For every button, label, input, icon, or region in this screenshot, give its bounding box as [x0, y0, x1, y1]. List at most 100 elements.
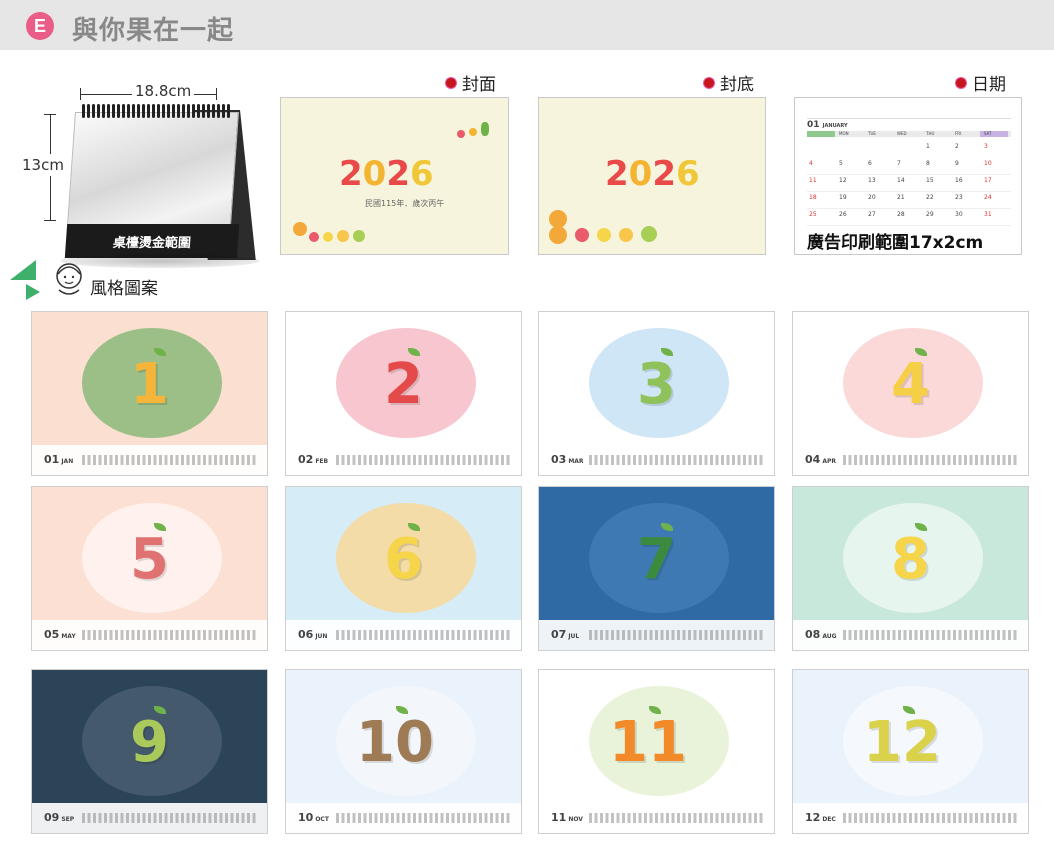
month-thumbnail-mar: 3 03 MAR	[538, 311, 775, 476]
back-year: 2 0 2 6	[605, 154, 700, 194]
grid-line	[807, 225, 1011, 226]
date-cell: 12	[839, 177, 847, 184]
date-cell: 21	[897, 194, 905, 201]
month-abbr: DEC	[822, 816, 836, 823]
date-cell: 2	[955, 143, 959, 150]
month-abbr: SEP	[61, 816, 75, 823]
month-code: 05	[44, 628, 60, 641]
date-cell: 9	[955, 160, 959, 167]
style-section-label: 風格圖案	[8, 250, 168, 300]
grid-line	[807, 191, 1011, 192]
month-thumbnail-jul: 7 07 JUL	[538, 486, 775, 651]
month-label: 05 MAY	[44, 628, 76, 641]
month-date-strip: 04 APR	[793, 445, 1028, 475]
date-cell: 15	[926, 177, 934, 184]
grid-line	[807, 174, 1011, 175]
section-header: E 與你果在一起	[0, 0, 1054, 50]
month-number-art: 8	[891, 527, 930, 592]
month-abbr: JAN	[61, 458, 74, 465]
day-numbers-strip	[843, 455, 1019, 465]
date-cell: 18	[809, 194, 817, 201]
month-date-strip: 06 JUN	[286, 620, 521, 650]
month-label: 02 FEB	[298, 453, 328, 466]
month-code: 06	[298, 628, 314, 641]
month-date-strip: 11 NOV	[539, 803, 774, 833]
month-code: 07	[551, 628, 567, 641]
day-numbers-strip	[336, 455, 512, 465]
month-code: 04	[805, 453, 821, 466]
month-code: 08	[805, 628, 821, 641]
day-numbers-strip	[336, 813, 512, 823]
month-label: 12 DEC	[805, 811, 836, 824]
date-cell: 20	[868, 194, 876, 201]
date-preview: 01 JANUARY MON TUE WED THU FRI SAT 1 2 3 5 6 7 8 9 10 1…	[794, 97, 1022, 255]
berry-icon	[469, 128, 477, 136]
date-cell: 10	[984, 160, 992, 167]
month-date-strip: 08 AUG	[793, 620, 1028, 650]
month-number-art: 2	[384, 352, 423, 417]
month-thumbnail-jun: 6 06 JUN	[285, 486, 522, 651]
month-number-art: 1	[130, 352, 169, 417]
year-digit: 2	[652, 154, 677, 194]
bullet-icon	[956, 77, 966, 88]
month-date-strip: 02 FEB	[286, 445, 521, 475]
month-date-strip: 01 JAN	[32, 445, 267, 475]
year-digit: 6	[676, 154, 700, 194]
day-numbers-strip	[843, 630, 1019, 640]
section-title: 與你果在一起	[72, 16, 235, 46]
date-cell: 31	[984, 211, 992, 218]
month-abbr: MAR	[568, 458, 584, 465]
date-cell: 11	[809, 177, 817, 184]
month-abbr: JUL	[568, 633, 580, 640]
ad-print-area-label: 廣告印刷範圍17x2cm	[807, 233, 984, 253]
berry-icon	[457, 130, 465, 138]
date-cell: 7	[897, 160, 901, 167]
month-date-strip: 09 SEP	[32, 803, 267, 833]
cover-subtitle: 民國115年．歲次丙午	[365, 199, 445, 208]
date-cell: 17	[984, 177, 992, 184]
weekday-label: TUE	[868, 131, 876, 136]
date-cell: 29	[926, 211, 934, 218]
month-abbr: FEB	[315, 458, 329, 465]
section-badge: E	[26, 12, 54, 40]
guava-icon	[641, 226, 657, 242]
month-number-art: 11	[609, 710, 687, 775]
month-code: 12	[805, 811, 821, 824]
girl-avatar-icon	[56, 263, 82, 295]
weekday-label: THU	[926, 131, 935, 136]
month-label: 11 NOV	[551, 811, 583, 824]
month-thumbnail-sep: 9 09 SEP	[31, 669, 268, 834]
back-label-text: 封底	[720, 75, 754, 95]
month-abbr: NOV	[568, 816, 583, 823]
cover-preview: 2 0 2 6 2026 民國115年．歲次丙午	[280, 97, 509, 255]
weekday-label: WED	[897, 131, 907, 136]
year-digit: 2	[386, 154, 411, 194]
sunday-header	[807, 131, 835, 137]
date-cell: 13	[868, 177, 876, 184]
green-arrow-icon	[26, 284, 40, 300]
month-label: 03 MAR	[551, 453, 584, 466]
width-label: 18.8cm	[132, 82, 195, 100]
date-cell: 22	[926, 194, 934, 201]
date-cell: 8	[926, 160, 930, 167]
width-tick-right	[216, 88, 217, 100]
desk-calendar-illustration: 桌檯燙金範圍	[60, 104, 260, 274]
date-cell: 30	[955, 211, 963, 218]
date-cell: 6	[868, 160, 872, 167]
height-tick-bottom	[44, 220, 56, 221]
weekday-label: SAT	[984, 131, 992, 136]
date-cell: 25	[809, 211, 817, 218]
date-cell: 26	[839, 211, 847, 218]
month-abbr: APR	[822, 458, 836, 465]
month-number-art: 5	[130, 527, 169, 592]
month-number-art: 9	[130, 710, 169, 775]
orange-icon	[293, 222, 307, 236]
lemon-icon	[323, 232, 333, 242]
month-number-art: 4	[891, 352, 930, 417]
day-numbers-strip	[336, 630, 512, 640]
day-numbers-strip	[843, 813, 1019, 823]
month-date-strip: 07 JUL	[539, 620, 774, 650]
date-cell: 27	[868, 211, 876, 218]
bullet-icon	[446, 77, 456, 88]
weekday-label: FRI	[955, 131, 962, 136]
